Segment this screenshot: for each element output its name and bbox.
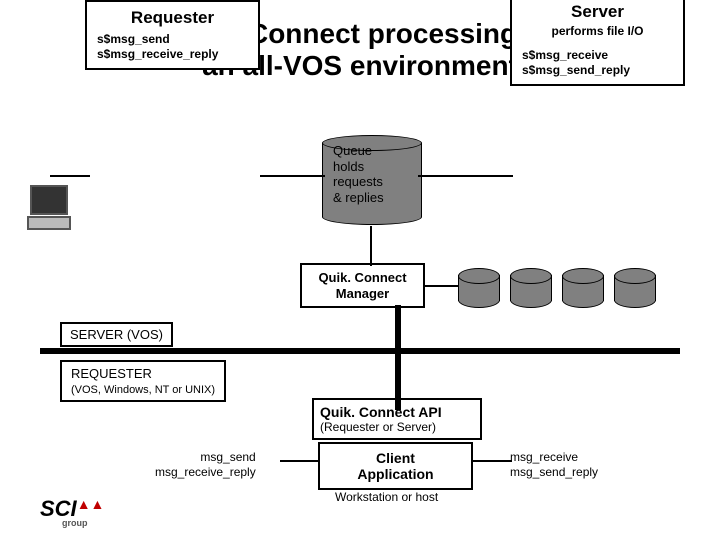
api-box: Quik. Connect API (Requester or Server)	[312, 398, 482, 440]
client-l2: Application	[357, 466, 433, 482]
workstation-label: Workstation or host	[335, 490, 438, 504]
qcm-l2: Manager	[336, 286, 389, 301]
requester-box: Requester s$msg_send s$msg_receive_reply	[85, 0, 260, 70]
msg-right: msg_receive msg_send_reply	[510, 450, 598, 480]
queue-l3: requests	[333, 174, 383, 189]
divider-bar	[40, 348, 680, 354]
connector	[425, 285, 460, 287]
connector	[280, 460, 320, 462]
computer-icon	[20, 185, 80, 230]
requester-line2: s$msg_receive_reply	[97, 47, 248, 62]
requester-heading: Requester	[97, 8, 248, 28]
api-sub: (Requester or Server)	[320, 420, 436, 434]
server-box: Server performs file I/O s$msg_receive s…	[510, 0, 685, 86]
server-sub1: performs file I/O	[522, 24, 673, 38]
msg-right-l2: msg_send_reply	[510, 465, 598, 479]
queue-label: Queue holds requests & replies	[333, 143, 384, 205]
server-line1: s$msg_receive	[522, 48, 608, 62]
server-vos-label: SERVER (VOS)	[70, 327, 163, 342]
disk-icon	[458, 268, 500, 308]
connector	[418, 175, 513, 177]
server-heading: Server	[522, 2, 673, 22]
logo-triangle-icon: ▲▲	[77, 496, 105, 512]
msg-left: msg_send msg_receive_reply	[155, 450, 256, 480]
requester2-box: REQUESTER (VOS, Windows, NT or UNIX)	[60, 360, 226, 402]
logo-sub: group	[62, 518, 104, 528]
title-rest2: Connect processing in	[248, 18, 550, 49]
client-l1: Client	[376, 450, 415, 466]
disk-icon	[614, 268, 656, 308]
connector	[260, 175, 325, 177]
requester2-sub: (VOS, Windows, NT or UNIX)	[71, 384, 215, 396]
queue-l2: holds	[333, 159, 364, 174]
disk-icon	[562, 268, 604, 308]
server-line2: s$msg_send_reply	[522, 63, 630, 77]
qcm-l1: Quik. Connect	[318, 270, 406, 285]
requester2-heading: REQUESTER	[71, 366, 152, 381]
queue-l4: & replies	[333, 190, 384, 205]
disk-icon	[510, 268, 552, 308]
connector	[472, 460, 512, 462]
api-heading: Quik. Connect API	[320, 404, 442, 420]
msg-left-l2: msg_receive_reply	[155, 465, 256, 479]
msg-left-l1: msg_send	[200, 450, 255, 464]
divider-vertical	[395, 305, 401, 410]
queue-l1: Queue	[333, 143, 372, 158]
server-vos-box: SERVER (VOS)	[60, 322, 173, 347]
quikconnect-manager-box: Quik. Connect Manager	[300, 263, 425, 308]
requester-line1: s$msg_send	[97, 32, 248, 47]
client-application-box: Client Application	[318, 442, 473, 490]
connector	[370, 226, 372, 266]
sci-logo: SCI▲▲ group	[40, 496, 104, 528]
msg-right-l1: msg_receive	[510, 450, 578, 464]
connector	[50, 175, 90, 177]
